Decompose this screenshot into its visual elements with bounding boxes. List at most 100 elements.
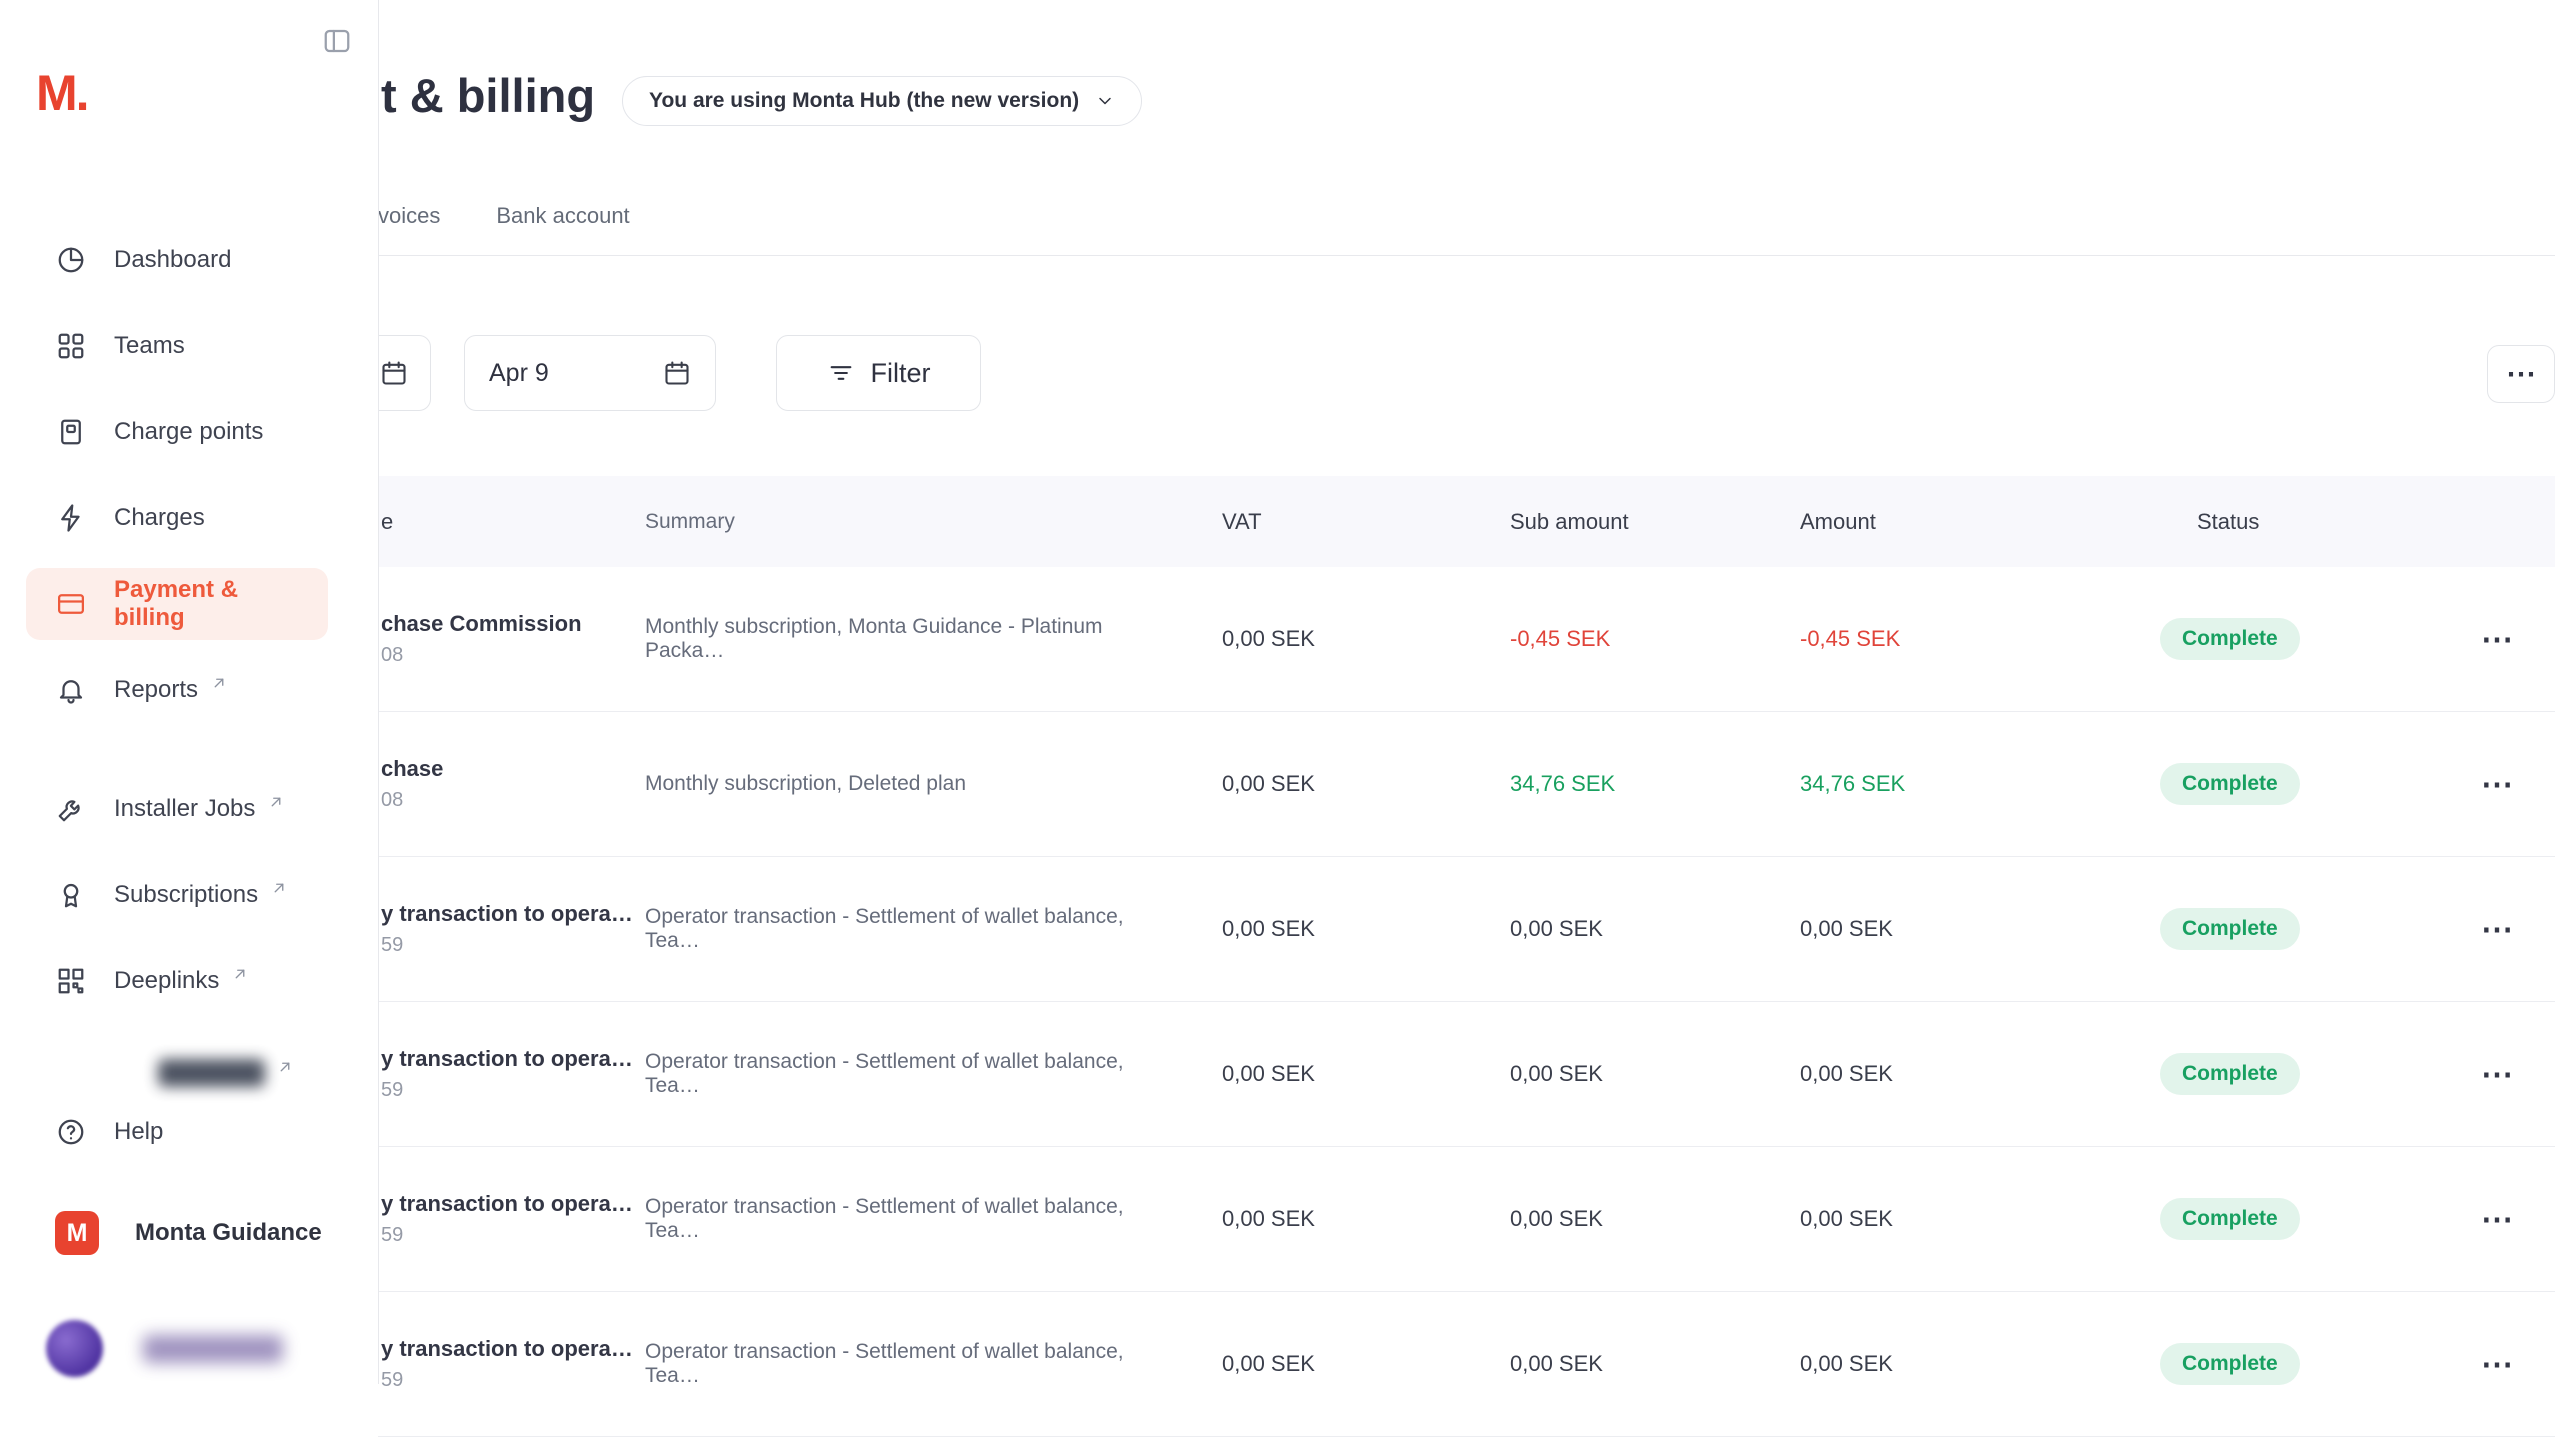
lightning-bolt-icon — [56, 503, 86, 533]
external-link-icon — [267, 793, 285, 811]
transaction-summary: Operator transaction - Settlement of wal… — [645, 1195, 1222, 1243]
bell-icon — [56, 675, 86, 705]
status-badge: Complete — [2160, 1343, 2300, 1385]
column-header-summary: Summary — [645, 510, 1222, 534]
transaction-type: chase Commission — [381, 611, 645, 637]
external-link-icon — [231, 965, 249, 983]
sidebar-item-label: Dashboard — [114, 246, 231, 274]
transaction-vat: 0,00 SEK — [1222, 771, 1510, 797]
row-actions-button[interactable]: ⋯ — [2481, 1209, 2514, 1229]
sidebar-item-subscriptions[interactable]: Subscriptions — [0, 852, 378, 938]
sidebar-item-payment-billing[interactable]: Payment & billing — [26, 568, 328, 640]
external-link-icon — [210, 674, 228, 692]
transaction-time: 08 — [381, 789, 645, 812]
table-row[interactable]: y transaction to opera… 59 Operator tran… — [378, 857, 2555, 1002]
transaction-type: y transaction to opera… — [381, 1336, 645, 1362]
transaction-vat: 0,00 SEK — [1222, 916, 1510, 942]
sidebar-item-dashboard[interactable]: Dashboard — [0, 217, 378, 303]
transaction-type: chase — [381, 756, 645, 782]
date-end-button[interactable]: Apr 9 — [464, 335, 716, 411]
table-row[interactable]: y transaction to opera… 59 Operator tran… — [378, 1002, 2555, 1147]
transaction-time: 59 — [381, 1224, 645, 1247]
transaction-amount: 0,00 SEK — [1800, 1206, 2140, 1232]
tab-bank-account[interactable]: Bank account — [496, 203, 629, 229]
credit-card-icon — [56, 589, 86, 619]
status-badge: Complete — [2160, 1198, 2300, 1240]
external-link-icon — [276, 1058, 294, 1076]
transaction-summary: Monthly subscription, Monta Guidance - P… — [645, 615, 1222, 663]
row-actions-button[interactable]: ⋯ — [2481, 1064, 2514, 1084]
workspace-logo: M — [55, 1211, 99, 1255]
row-actions-button[interactable]: ⋯ — [2481, 1354, 2514, 1374]
transaction-vat: 0,00 SEK — [1222, 626, 1510, 652]
filter-button[interactable]: Filter — [776, 335, 981, 411]
qr-code-icon — [56, 966, 86, 996]
sidebar-collapse-button[interactable] — [322, 26, 352, 56]
row-actions-button[interactable]: ⋯ — [2481, 919, 2514, 939]
transaction-amount: -0,45 SEK — [1800, 626, 2140, 652]
transaction-vat: 0,00 SEK — [1222, 1206, 1510, 1232]
sidebar-item-label: Teams — [114, 332, 185, 360]
table-row[interactable]: y transaction to opera… 59 Operator tran… — [378, 1147, 2555, 1292]
external-link-icon — [270, 879, 288, 897]
transaction-time: 59 — [381, 1079, 645, 1102]
version-badge-label: You are using Monta Hub (the new version… — [649, 89, 1079, 113]
table-row[interactable]: y transaction to opera… 59 Operator tran… — [378, 1292, 2555, 1437]
transaction-sub-amount: -0,45 SEK — [1510, 626, 1800, 652]
table-body: chase Commission 08 Monthly subscription… — [378, 567, 2555, 1437]
dashboard-icon — [56, 245, 86, 275]
transaction-type: y transaction to opera… — [381, 1191, 645, 1217]
transaction-amount: 0,00 SEK — [1800, 916, 2140, 942]
sidebar-item-installer-jobs[interactable]: Installer Jobs — [0, 766, 378, 852]
transaction-summary: Operator transaction - Settlement of wal… — [645, 905, 1222, 953]
transaction-amount: 0,00 SEK — [1800, 1351, 2140, 1377]
transaction-summary: Monthly subscription, Deleted plan — [645, 772, 1222, 796]
transaction-time: 59 — [381, 1369, 645, 1392]
chevron-down-icon — [1095, 91, 1115, 111]
tab-underline — [378, 255, 2555, 256]
sidebar-item-label: Charge points — [114, 418, 263, 446]
user-name-redacted — [143, 1335, 283, 1363]
panel-collapse-icon — [322, 26, 352, 56]
transaction-amount: 34,76 SEK — [1800, 771, 2140, 797]
transaction-sub-amount: 34,76 SEK — [1510, 771, 1800, 797]
sidebar-item-label: Deeplinks — [114, 967, 219, 995]
table-header-row: e Summary VAT Sub amount Amount Status — [378, 476, 2555, 567]
transaction-sub-amount: 0,00 SEK — [1510, 916, 1800, 942]
column-header-sub-amount: Sub amount — [1510, 509, 1800, 535]
table-row[interactable]: chase 08 Monthly subscription, Deleted p… — [378, 712, 2555, 857]
filter-label: Filter — [871, 358, 931, 389]
sidebar-item-teams[interactable]: Teams — [0, 303, 378, 389]
row-actions-button[interactable]: ⋯ — [2481, 774, 2514, 794]
page-title: t & billing — [381, 68, 595, 123]
help-circle-icon — [56, 1117, 86, 1147]
redacted-nav-item[interactable] — [158, 1059, 265, 1087]
sidebar-item-label: Installer Jobs — [114, 795, 255, 823]
version-switcher-badge[interactable]: You are using Monta Hub (the new version… — [622, 76, 1142, 126]
column-header-vat: VAT — [1222, 509, 1510, 535]
sidebar-item-help[interactable]: Help — [0, 1089, 378, 1175]
avatar — [46, 1320, 103, 1377]
sidebar-nav-primary: Dashboard Teams Charge points Charges Pa… — [0, 217, 378, 733]
row-actions-button[interactable]: ⋯ — [2481, 629, 2514, 649]
status-badge: Complete — [2160, 908, 2300, 950]
sidebar-item-charge-points[interactable]: Charge points — [0, 389, 378, 475]
sidebar-item-reports[interactable]: Reports — [0, 647, 378, 733]
date-end-label: Apr 9 — [489, 359, 549, 388]
table-row[interactable]: chase Commission 08 Monthly subscription… — [378, 567, 2555, 712]
monta-logo: M. — [36, 64, 88, 122]
tab-invoices[interactable]: voices — [378, 203, 440, 229]
column-header-type: e — [378, 509, 645, 535]
teams-icon — [56, 331, 86, 361]
calendar-icon — [380, 359, 408, 387]
transaction-time: 59 — [381, 934, 645, 957]
sidebar-item-charges[interactable]: Charges — [0, 475, 378, 561]
workspace-switcher[interactable]: M Monta Guidance — [0, 1190, 378, 1276]
more-options-button[interactable]: ⋯ — [2487, 345, 2555, 403]
user-menu[interactable] — [46, 1320, 283, 1377]
transactions-table: e Summary VAT Sub amount Amount Status c… — [378, 476, 2555, 1437]
sidebar-item-deeplinks[interactable]: Deeplinks — [0, 938, 378, 1024]
award-icon — [56, 880, 86, 910]
transaction-sub-amount: 0,00 SEK — [1510, 1351, 1800, 1377]
transaction-summary: Operator transaction - Settlement of wal… — [645, 1340, 1222, 1388]
